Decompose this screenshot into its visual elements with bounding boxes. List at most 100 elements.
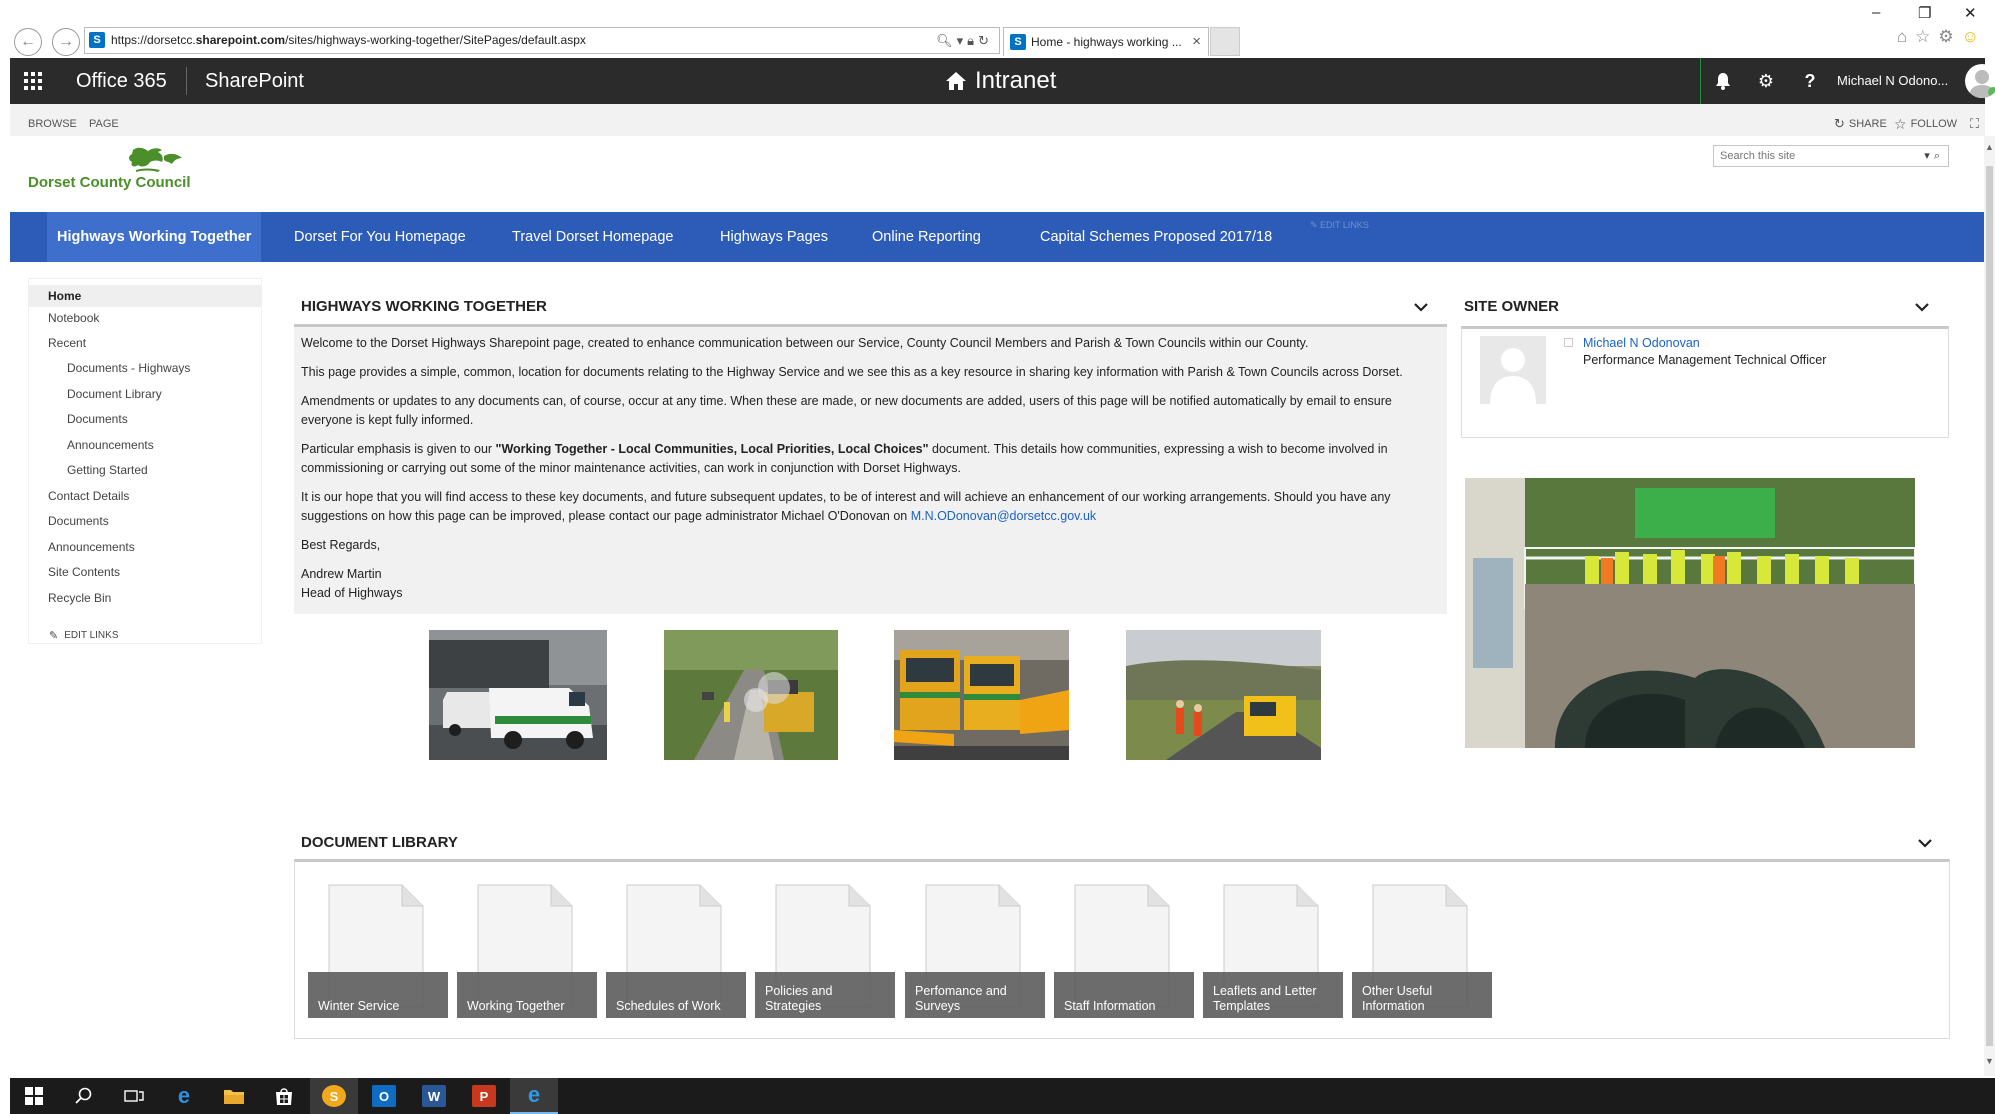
page-scrollbar[interactable]: ▲ ▼ [1984,136,1995,1076]
forward-button[interactable]: → [52,28,80,56]
store-icon[interactable] [260,1078,308,1114]
sharepoint-link[interactable]: SharePoint [205,58,304,104]
admin-email-link[interactable]: M.N.ODonovan@dorsetcc.gov.uk [911,509,1096,523]
skype-icon[interactable]: S [310,1078,358,1114]
ql-edit-links-label: EDIT LINKS [64,630,119,641]
doclib-tile-other-useful-information[interactable]: Other Useful Information [1352,884,1492,1018]
doclib-tile-label: Other Useful Information [1352,972,1492,1018]
app-launcher-icon[interactable] [10,58,56,104]
minimize-button[interactable]: – [1872,4,1880,21]
start-button[interactable] [10,1078,58,1114]
internet-explorer-icon[interactable]: e [510,1078,558,1114]
favorites-star-icon[interactable]: ☆ [1915,27,1938,46]
ql-notebook[interactable]: Notebook [48,311,99,325]
ql-documents[interactable]: Documents [48,514,109,528]
search-scope-dropdown-icon[interactable]: ▾ [1924,150,1934,162]
ql-recent-document-library[interactable]: Document Library [67,387,162,401]
hwt-paragraph-1: Welcome to the Dorset Highways Sharepoin… [301,336,1309,350]
search-input[interactable]: Search this site ▾⌕ [1713,145,1949,167]
ql-announcements[interactable]: Announcements [48,540,135,554]
topnav-edit-links[interactable]: ✎ EDIT LINKS [1310,220,1369,231]
scroll-down-arrow-icon[interactable]: ▼ [1984,1056,1995,1066]
back-button[interactable]: ← [14,28,42,56]
search-icon[interactable]: ⌕ [1934,150,1944,162]
doclib-collapse-chevron-icon[interactable] [1918,838,1932,848]
hwt-paragraph-3: Amendments or updates to any documents c… [301,392,1431,430]
restore-button[interactable]: ❐ [1918,4,1931,22]
file-explorer-icon[interactable] [210,1078,258,1114]
scrollbar-thumb[interactable] [1986,166,1993,1046]
ql-recent-announcements[interactable]: Announcements [67,438,154,452]
dropdown-icon[interactable]: ▾ [957,33,968,48]
focus-content-icon[interactable]: ⛶ [1970,104,1979,144]
user-name[interactable]: Michael N Odono... [1837,58,1948,104]
intranet-home-link[interactable]: Intranet [945,58,1056,104]
scroll-up-arrow-icon[interactable]: ▲ [1984,142,1995,152]
doclib-tile-schedules-of-work[interactable]: Schedules of Work [606,884,746,1018]
feedback-smiley-icon[interactable]: ☺ [1962,27,1987,46]
topnav-online-reporting[interactable]: Online Reporting [862,212,991,262]
site-owner-collapse-chevron-icon[interactable] [1915,302,1929,312]
topnav-dorset-for-you[interactable]: Dorset For You Homepage [284,212,476,262]
address-bar[interactable]: S https://dorsetcc.sharepoint.com/sites/… [84,27,1000,54]
topnav-highways-working-together[interactable]: Highways Working Together [47,212,262,262]
ql-recent-getting-started[interactable]: Getting Started [67,463,148,477]
ribbon-tab-page[interactable]: PAGE [89,104,119,144]
task-view-icon[interactable] [110,1078,158,1114]
logo-text: Dorset County Council [28,174,191,191]
refresh-icon[interactable]: ↻ [978,33,993,48]
user-avatar[interactable] [1965,64,1995,98]
hwt-collapse-chevron-icon[interactable] [1414,302,1428,312]
share-button[interactable]: ↻ SHARE [1834,104,1887,144]
ql-home[interactable]: Home [29,285,261,307]
word-icon[interactable]: W [410,1078,458,1114]
doclib-tile-winter-service[interactable]: Winter Service [308,884,448,1018]
search-icon[interactable]: 🔍︎ [936,33,957,48]
ql-site-contents[interactable]: Site Contents [48,565,120,579]
ql-edit-links[interactable]: ✎ EDIT LINKS [49,629,119,642]
doclib-tile-performance-and-surveys[interactable]: Perfomance and Surveys [905,884,1045,1018]
photo-road-resurfacing [664,630,838,760]
site-owner-photo[interactable] [1480,336,1546,404]
notifications-bell-icon[interactable] [1700,58,1744,104]
topnav-highways-pages[interactable]: Highways Pages [710,212,838,262]
home-icon [946,72,966,90]
address-actions[interactable]: 🔍︎▾🔒︎↻ [936,28,993,53]
doclib-tile-staff-information[interactable]: Staff Information [1054,884,1194,1018]
doclib-tile-working-together[interactable]: Working Together [457,884,597,1018]
powerpoint-icon[interactable]: P [460,1078,508,1114]
settings-gear-icon[interactable]: ⚙ [1744,58,1788,104]
browser-tab[interactable]: S Home - highways working ... × [1003,27,1209,56]
doclib-tile-leaflets-and-letter-templates[interactable]: Leaflets and Letter Templates [1203,884,1343,1018]
ql-recycle-bin[interactable]: Recycle Bin [48,591,111,605]
home-icon[interactable]: ⌂ [1897,27,1915,46]
ribbon: BROWSE PAGE ↻ SHARE ☆ FOLLOW ⛶ [10,104,1985,136]
hwt-p4-intro: Particular emphasis is given to our [301,442,496,456]
site-owner-name-link[interactable]: Michael N Odonovan [1583,336,1700,350]
pencil-icon: ✎ [49,630,59,642]
close-window-button[interactable]: ✕ [1964,4,1977,22]
tools-gear-icon[interactable]: ⚙ [1938,27,1961,46]
ql-recent[interactable]: Recent [48,336,86,350]
doclib-tile-policies-and-strategies[interactable]: Policies and Strategies [755,884,895,1018]
outlook-icon[interactable]: O [360,1078,408,1114]
tab-favicon-icon: S [1010,34,1026,50]
edge-browser-icon[interactable]: e [160,1078,208,1114]
lock-icon[interactable]: 🔒︎ [967,33,978,48]
suite-divider [186,67,187,95]
tab-close-icon[interactable]: × [1192,28,1201,56]
topnav-travel-dorset[interactable]: Travel Dorset Homepage [502,212,683,262]
topnav-capital-schemes[interactable]: Capital Schemes Proposed 2017/18 [1030,212,1282,262]
taskbar-search-icon[interactable] [60,1078,108,1114]
hwt-p5-text: It is our hope that you will find access… [301,490,1391,523]
help-icon[interactable]: ? [1788,58,1832,104]
ribbon-tab-browse[interactable]: BROWSE [28,104,77,144]
ql-recent-documents-highways[interactable]: Documents - Highways [67,361,190,375]
ql-contact-details[interactable]: Contact Details [48,489,129,503]
ql-recent-documents[interactable]: Documents [67,412,128,426]
quick-launch: Home Notebook Recent Documents - Highway… [28,278,262,644]
follow-button[interactable]: ☆ FOLLOW [1894,104,1957,144]
new-tab-button[interactable] [1210,27,1240,56]
doclib-tile-label: Perfomance and Surveys [905,972,1045,1018]
office365-link[interactable]: Office 365 [76,58,167,104]
